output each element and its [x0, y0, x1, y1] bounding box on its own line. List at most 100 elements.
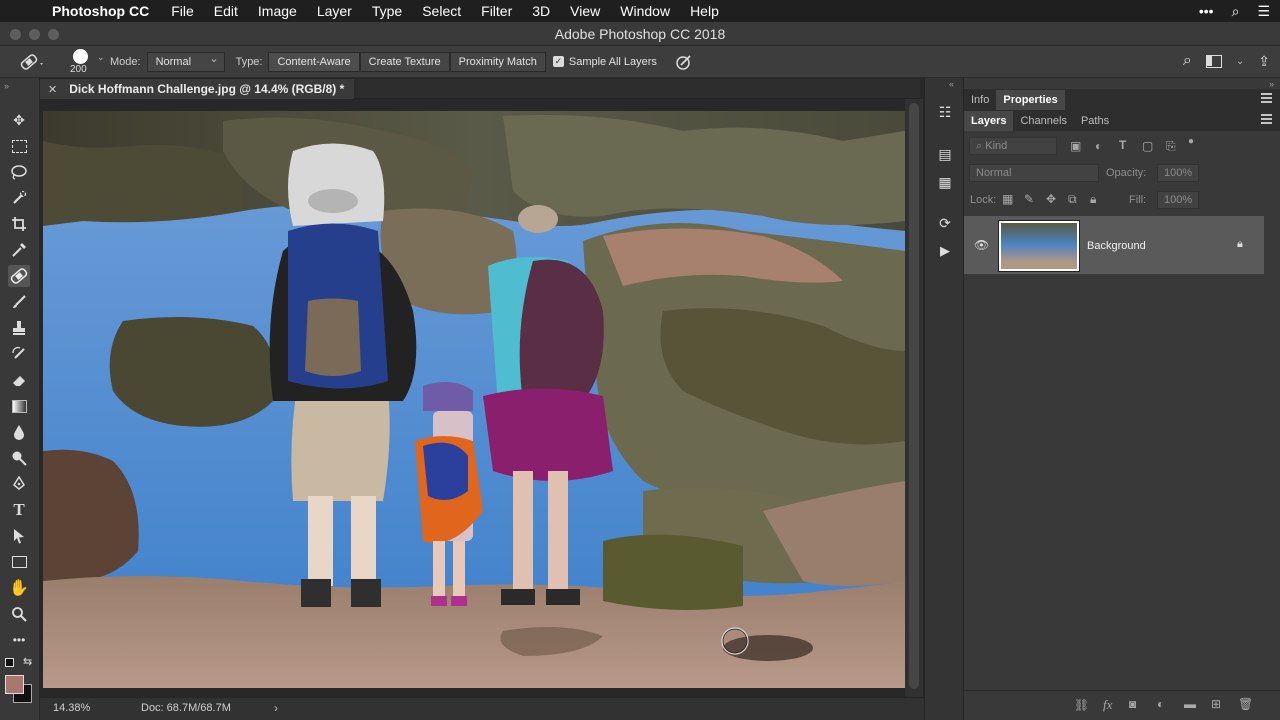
document-image[interactable] — [43, 111, 905, 688]
brush-tool-icon[interactable] — [8, 291, 30, 313]
filter-pixel-icon[interactable]: ▣ — [1070, 139, 1081, 153]
menu-3d[interactable]: 3D — [532, 3, 550, 19]
lock-all-icon[interactable]: 🔒︎ — [1090, 192, 1096, 207]
foreground-color-swatch[interactable] — [5, 675, 24, 694]
edit-toolbar-icon[interactable]: ••• — [8, 629, 30, 651]
menu-view[interactable]: View — [570, 3, 600, 19]
content-aware-button[interactable]: Content-Aware — [268, 51, 360, 72]
search-icon[interactable]: ⌕ — [1183, 52, 1192, 70]
new-adjustment-layer-icon[interactable]: ◐ — [1157, 697, 1164, 711]
more-icon[interactable]: ••• — [1199, 3, 1214, 19]
default-colors-icon[interactable] — [5, 658, 14, 667]
blend-mode-select[interactable]: Normal — [969, 164, 1099, 182]
rectangle-tool-icon[interactable] — [8, 551, 30, 573]
menu-window[interactable]: Window — [620, 3, 670, 19]
vertical-scrollbar[interactable] — [905, 99, 923, 697]
filter-type-icon[interactable]: T — [1119, 138, 1126, 152]
spotlight-search-icon[interactable]: ⌕ — [1232, 3, 1240, 20]
hand-tool-icon[interactable]: ✋ — [8, 577, 30, 599]
diffraction-brush-icon[interactable] — [675, 53, 693, 71]
panels-collapse-icon[interactable]: » — [1269, 79, 1274, 89]
collapse-toolbar-icon[interactable]: » — [4, 81, 9, 91]
delete-layer-icon[interactable]: 🗑︎ — [1238, 697, 1253, 711]
eraser-tool-icon[interactable] — [8, 369, 30, 391]
new-group-icon[interactable]: ▬ — [1184, 697, 1196, 711]
document-size-info[interactable]: Doc: 68.7M/68.7M — [141, 702, 231, 714]
adjustments-panel-icon[interactable]: ▦ — [934, 174, 956, 194]
scrollbar-thumb[interactable] — [909, 103, 919, 689]
tab-layers[interactable]: Layers — [964, 111, 1014, 131]
marquee-tool-icon[interactable] — [8, 135, 30, 157]
opacity-field[interactable]: 100% — [1157, 164, 1199, 182]
lock-transparent-pixels-icon[interactable]: ▦ — [1002, 192, 1013, 206]
app-menu[interactable]: Photoshop CC — [52, 3, 149, 19]
blur-tool-icon[interactable] — [8, 421, 30, 443]
swap-colors-icon[interactable]: ⇆ — [23, 655, 32, 668]
clone-stamp-tool-icon[interactable] — [8, 317, 30, 339]
history-brush-tool-icon[interactable] — [8, 343, 30, 365]
status-menu-arrow-icon[interactable]: › — [274, 701, 278, 715]
document-tab[interactable]: ✕ Dick Hoffmann Challenge.jpg @ 14.4% (R… — [40, 79, 355, 99]
chevron-down-icon[interactable]: ⌄ — [1236, 56, 1244, 67]
visibility-eye-icon[interactable]: 👁︎ — [974, 238, 989, 252]
lock-artboard-icon[interactable]: ⧉ — [1068, 192, 1077, 207]
filter-toggle-icon[interactable]: ● — [1188, 136, 1194, 147]
panel-menu-icon[interactable] — [1261, 93, 1272, 103]
healing-brush-tool-icon[interactable] — [8, 265, 30, 287]
brush-picker[interactable]: 200 ⌄ — [64, 47, 108, 77]
history-panel-icon[interactable]: ⟳ — [934, 215, 956, 235]
close-tab-icon[interactable]: ✕ — [48, 83, 57, 96]
menu-image[interactable]: Image — [258, 3, 297, 19]
menu-list-icon[interactable]: ☰ — [1257, 3, 1270, 20]
menu-edit[interactable]: Edit — [214, 3, 238, 19]
add-mask-icon[interactable]: ◙ — [1129, 697, 1136, 711]
path-selection-tool-icon[interactable] — [8, 525, 30, 547]
actions-panel-icon[interactable]: ▶ — [934, 243, 956, 263]
zoom-level-field[interactable]: 14.38% — [53, 702, 90, 714]
expand-dock-icon[interactable]: « — [949, 79, 954, 89]
crop-tool-icon[interactable] — [8, 213, 30, 235]
apple-icon[interactable] — [18, 4, 38, 18]
layer-kind-filter[interactable]: ⌕ Kind — [969, 137, 1057, 155]
lasso-tool-icon[interactable] — [8, 161, 30, 183]
create-texture-button[interactable]: Create Texture — [359, 51, 450, 72]
eyedropper-tool-icon[interactable] — [8, 239, 30, 261]
layer-name[interactable]: Background — [1087, 240, 1146, 252]
fill-field[interactable]: 100% — [1157, 191, 1199, 209]
layer-style-icon[interactable]: fx — [1103, 697, 1112, 713]
menu-help[interactable]: Help — [690, 3, 719, 19]
tab-info[interactable]: Info — [964, 90, 996, 110]
menu-file[interactable]: File — [171, 3, 194, 19]
sample-all-layers-checkbox[interactable]: ✓ Sample All Layers — [552, 56, 657, 68]
tab-properties[interactable]: Properties — [996, 90, 1065, 110]
layer-lock-icon[interactable]: 🔒︎ — [1237, 238, 1243, 251]
menu-filter[interactable]: Filter — [481, 3, 512, 19]
lock-position-icon[interactable]: ✥ — [1046, 192, 1056, 206]
pen-tool-icon[interactable] — [8, 473, 30, 495]
layer-thumbnail[interactable] — [998, 220, 1080, 272]
tab-channels[interactable]: Channels — [1013, 111, 1073, 131]
workspace-icon[interactable] — [1205, 54, 1222, 68]
proximity-match-button[interactable]: Proximity Match — [449, 51, 546, 72]
menu-layer[interactable]: Layer — [317, 3, 352, 19]
lock-image-pixels-icon[interactable]: ✎ — [1024, 192, 1034, 206]
panel-menu-icon[interactable] — [1261, 114, 1272, 124]
gradient-tool-icon[interactable] — [8, 395, 30, 417]
mode-select[interactable]: Normal — [146, 50, 225, 72]
filter-smart-object-icon[interactable]: ⎘ — [1166, 139, 1176, 154]
dodge-tool-icon[interactable] — [8, 447, 30, 469]
menu-select[interactable]: Select — [422, 3, 461, 19]
link-layers-icon[interactable]: ⛓ — [1074, 698, 1089, 712]
learn-panel-icon[interactable]: ☷ — [934, 104, 956, 124]
new-layer-icon[interactable]: ⊞ — [1211, 697, 1221, 711]
filter-adjustment-icon[interactable]: ◐ — [1095, 139, 1102, 153]
quick-selection-tool-icon[interactable] — [8, 187, 30, 209]
healing-brush-preset-icon[interactable] — [18, 51, 44, 73]
menu-type[interactable]: Type — [372, 3, 402, 19]
tab-paths[interactable]: Paths — [1074, 111, 1116, 131]
layer-row-background[interactable]: 👁︎ Background 🔒︎ — [964, 216, 1264, 274]
filter-shape-icon[interactable]: ▢ — [1142, 139, 1153, 153]
zoom-tool-icon[interactable] — [8, 603, 30, 625]
move-tool-icon[interactable]: ✥ — [8, 109, 30, 131]
share-icon[interactable]: ⇪ — [1258, 53, 1270, 70]
